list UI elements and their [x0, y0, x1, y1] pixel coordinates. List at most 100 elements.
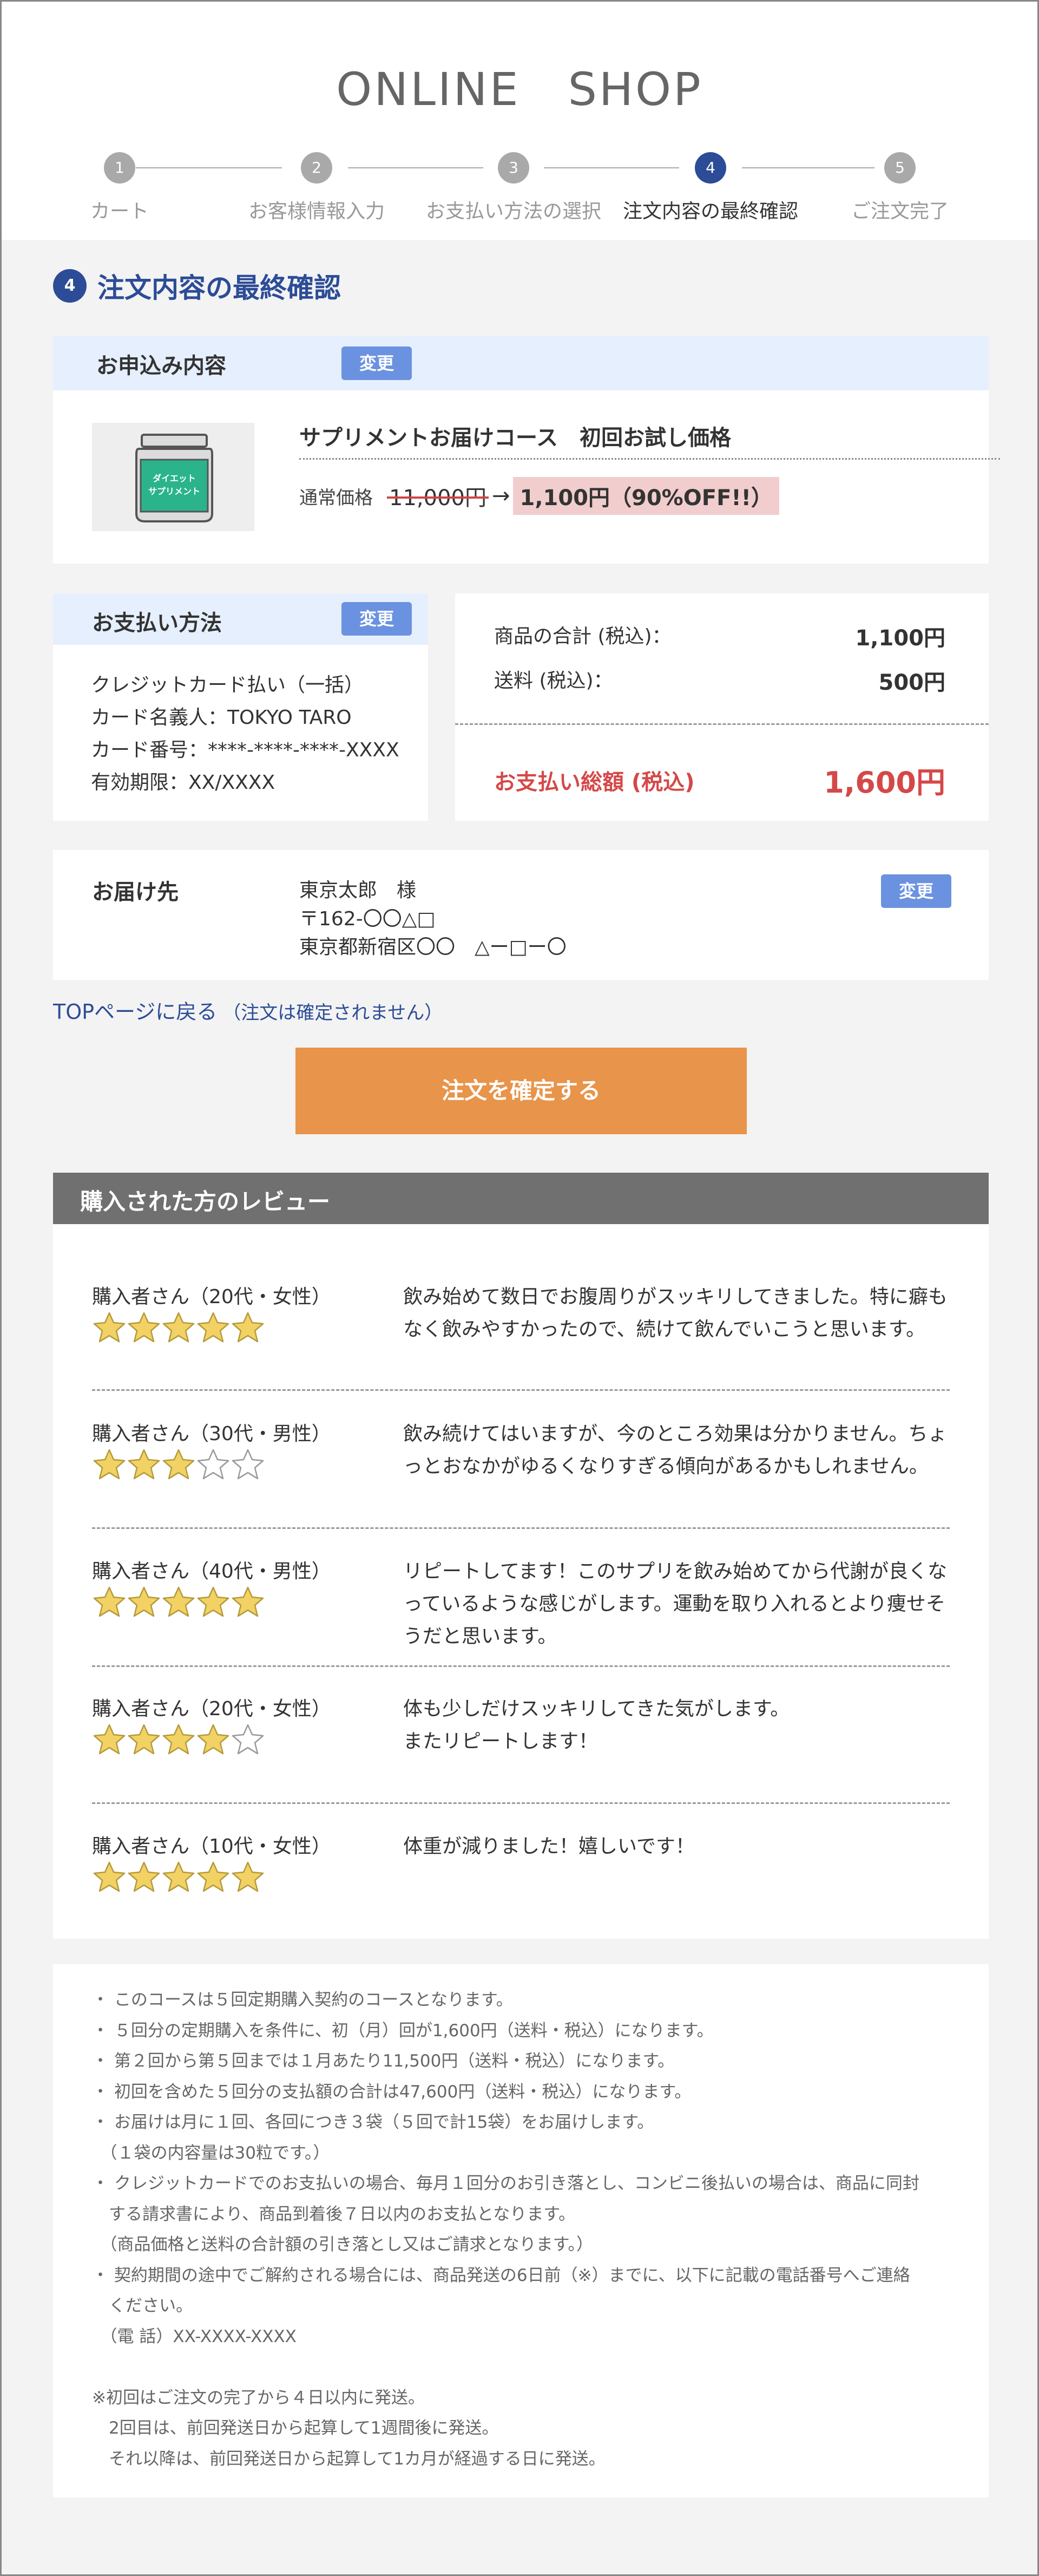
summary-card: 商品の合計 (税込)： 1,100円 送料 (税込)： 500円 お支払い総額 …	[455, 593, 989, 821]
shipping-value: 500円	[878, 670, 946, 695]
step-label: カート	[90, 200, 149, 223]
shop-title: ONLINE SHOP	[336, 63, 703, 116]
note-line: ・ ５回分の定期購入を条件に、初（月）回が1,600円（送料・税込）になります。	[92, 2021, 714, 2041]
note-line: ・ お届けは月に１回、各回につき３袋（５回で計15袋）をお届けします。	[92, 2113, 654, 2132]
subtotal-value: 1,100円	[855, 626, 945, 651]
step-label: お支払い方法の選択	[425, 200, 601, 223]
payment-change-button[interactable]: 変更	[341, 602, 412, 636]
note-line: ※初回はご注文の完了から４日以内に発送。	[92, 2388, 425, 2408]
step-complete: 5 ご注文完了	[803, 148, 997, 224]
star-empty-icon	[232, 1449, 264, 1480]
note-line: ・ 初回を含めた５回分の支払額の合計は47,600円（送料・税込）になります。	[92, 2082, 692, 2102]
star-filled-icon	[128, 1449, 160, 1480]
payment-method: クレジットカード払い（一括）	[91, 674, 364, 696]
jar-label-line2: サプリメント	[148, 486, 200, 496]
top-link-text[interactable]: TOPページに戻る	[53, 1000, 217, 1024]
order-change-button[interactable]: 変更	[341, 346, 412, 380]
star-filled-icon	[162, 1724, 195, 1755]
total-row: お支払い総額 (税込) 1,600円	[494, 759, 945, 801]
note-line: ・ 契約期間の途中でご解約される場合には、商品発送の6日前（※）までに、以下に記…	[92, 2265, 910, 2285]
star-filled-icon	[162, 1449, 195, 1480]
step-label: 注文内容の最終確認	[622, 200, 798, 223]
delivery-card: お届け先 東京太郎 様 〒162-〇〇△□ 東京都新宿区〇〇 △ー□ー〇 変更	[53, 850, 989, 980]
note-line: ・ このコースは５回定期購入契約のコースとなります。	[92, 1990, 513, 2010]
note-line: （商品価格と送料の合計額の引き落とし又はご請求となります。）	[92, 2235, 593, 2254]
confirm-order-button[interactable]: 注文を確定する	[295, 1048, 747, 1134]
star-filled-icon	[197, 1724, 229, 1755]
note-line: 2回目は、前回発送日から起算して1週間後に発送。	[92, 2418, 499, 2438]
divider	[92, 1527, 950, 1529]
divider	[455, 723, 989, 725]
star-filled-icon	[128, 1586, 160, 1617]
price-row: 通常価格 11,000円 → 1,100円（90%OFF!!）	[299, 477, 779, 515]
section-title-text: 注文内容の最終確認	[97, 272, 341, 304]
star-filled-icon	[93, 1449, 126, 1480]
rating-stars	[92, 1585, 265, 1618]
order-card: お申込み内容 変更 ダイエット サプリメント サプリメントお届けコース 初回お試…	[53, 336, 1000, 564]
note-line: それ以降は、前回発送日から起算して1カ月が経過する日に発送。	[92, 2449, 606, 2469]
note-line: （１袋の内容量は30粒です。）	[92, 2143, 330, 2163]
step-label: お客様情報入力	[248, 200, 385, 223]
shipping-label: 送料 (税込)：	[494, 670, 613, 692]
review-text: 体も少しだけスッキリしてきた気がします。 またリピートします！	[403, 1698, 790, 1753]
rating-stars	[92, 1311, 265, 1343]
divider	[92, 1802, 950, 1804]
star-filled-icon	[162, 1312, 195, 1343]
star-filled-icon	[197, 1586, 229, 1617]
payment-card-header: お支払い方法 変更	[53, 593, 428, 645]
reviews-title: 購入された方のレビュー	[80, 1188, 331, 1215]
note-line: する請求書により、商品到着後７日以内のお支払となります。	[92, 2204, 576, 2224]
step-number: 2	[301, 152, 332, 184]
price-label: 通常価格	[299, 487, 373, 509]
star-filled-icon	[128, 1312, 160, 1343]
star-filled-icon	[93, 1861, 126, 1892]
star-filled-icon	[162, 1861, 195, 1892]
divider	[299, 458, 1000, 460]
review-user: 購入者さん（20代・女性）	[92, 1286, 331, 1308]
delivery-name: 東京太郎 様	[299, 879, 417, 901]
product-name: サプリメントお届けコース 初回お試し価格	[299, 426, 731, 450]
step-payment-method: 3 お支払い方法の選択	[416, 148, 611, 224]
review-text: 体重が減りました！嬉しいです！	[403, 1835, 695, 1858]
review-user: 購入者さん（40代・男性）	[92, 1560, 331, 1583]
star-empty-icon	[197, 1449, 229, 1480]
price-old: 11,000円	[387, 480, 489, 512]
step-final-confirmation: 4 注文内容の最終確認	[613, 148, 808, 224]
star-filled-icon	[93, 1586, 126, 1617]
star-filled-icon	[232, 1586, 264, 1617]
star-filled-icon	[232, 1861, 264, 1892]
terms-notes: ・ このコースは５回定期購入契約のコースとなります。・ ５回分の定期購入を条件に…	[53, 1964, 989, 2497]
step-number: 1	[104, 152, 135, 184]
reviews-header: 購入された方のレビュー	[53, 1173, 989, 1224]
star-filled-icon	[197, 1312, 229, 1343]
top-link-note: （注文は確定されません）	[222, 1002, 443, 1024]
step-customer-info: 2 お客様情報入力	[219, 148, 414, 224]
review-user: 購入者さん（20代・女性）	[92, 1698, 331, 1720]
product-image: ダイエット サプリメント	[92, 423, 254, 531]
top-page-link[interactable]: TOPページに戻る （注文は確定されません）	[53, 995, 443, 1025]
section-title: 4 注文内容の最終確認	[53, 267, 341, 305]
page-frame: ONLINE SHOP 1 カート 2 お客様情報入力 3 お支払い方法の選択 …	[0, 0, 1039, 2576]
divider	[92, 1389, 950, 1391]
step-label: ご注文完了	[851, 200, 949, 223]
note-line: ・ クレジットカードでのお支払いの場合、毎月１回分のお引き落とし、コンビニ後払い…	[92, 2174, 919, 2193]
order-card-header: お申込み内容 変更	[53, 336, 989, 390]
note-line: ・ 第２回から第５回までは１月あたり11,500円（送料・税込）になります。	[92, 2051, 675, 2071]
star-filled-icon	[232, 1312, 264, 1343]
step-number: 3	[498, 152, 529, 184]
arrow-right-icon: →	[491, 483, 510, 508]
step-number: 4	[695, 152, 726, 184]
review-text: 飲み続けてはいますが、今のところ効果は分かりません。ちょっとおなかがゆるくなりす…	[403, 1423, 948, 1477]
rating-stars	[92, 1723, 265, 1755]
note-line: ください。	[92, 2296, 193, 2316]
star-filled-icon	[197, 1861, 229, 1892]
delivery-change-button[interactable]: 変更	[881, 874, 951, 908]
step-cart: 1 カート	[22, 148, 217, 224]
reviews-list: 購入者さん（20代・女性） 飲み始めて数日でお腹周りがスッキリしてきました。特に…	[53, 1224, 989, 1939]
review-user: 購入者さん（30代・男性）	[92, 1423, 331, 1445]
supplement-jar-icon: ダイエット サプリメント	[135, 434, 213, 522]
star-filled-icon	[128, 1724, 160, 1755]
review-text: 飲み始めて数日でお腹周りがスッキリしてきました。特に癖もなく飲みやすかったので、…	[403, 1286, 948, 1341]
step-number: 5	[884, 152, 916, 184]
star-filled-icon	[93, 1312, 126, 1343]
